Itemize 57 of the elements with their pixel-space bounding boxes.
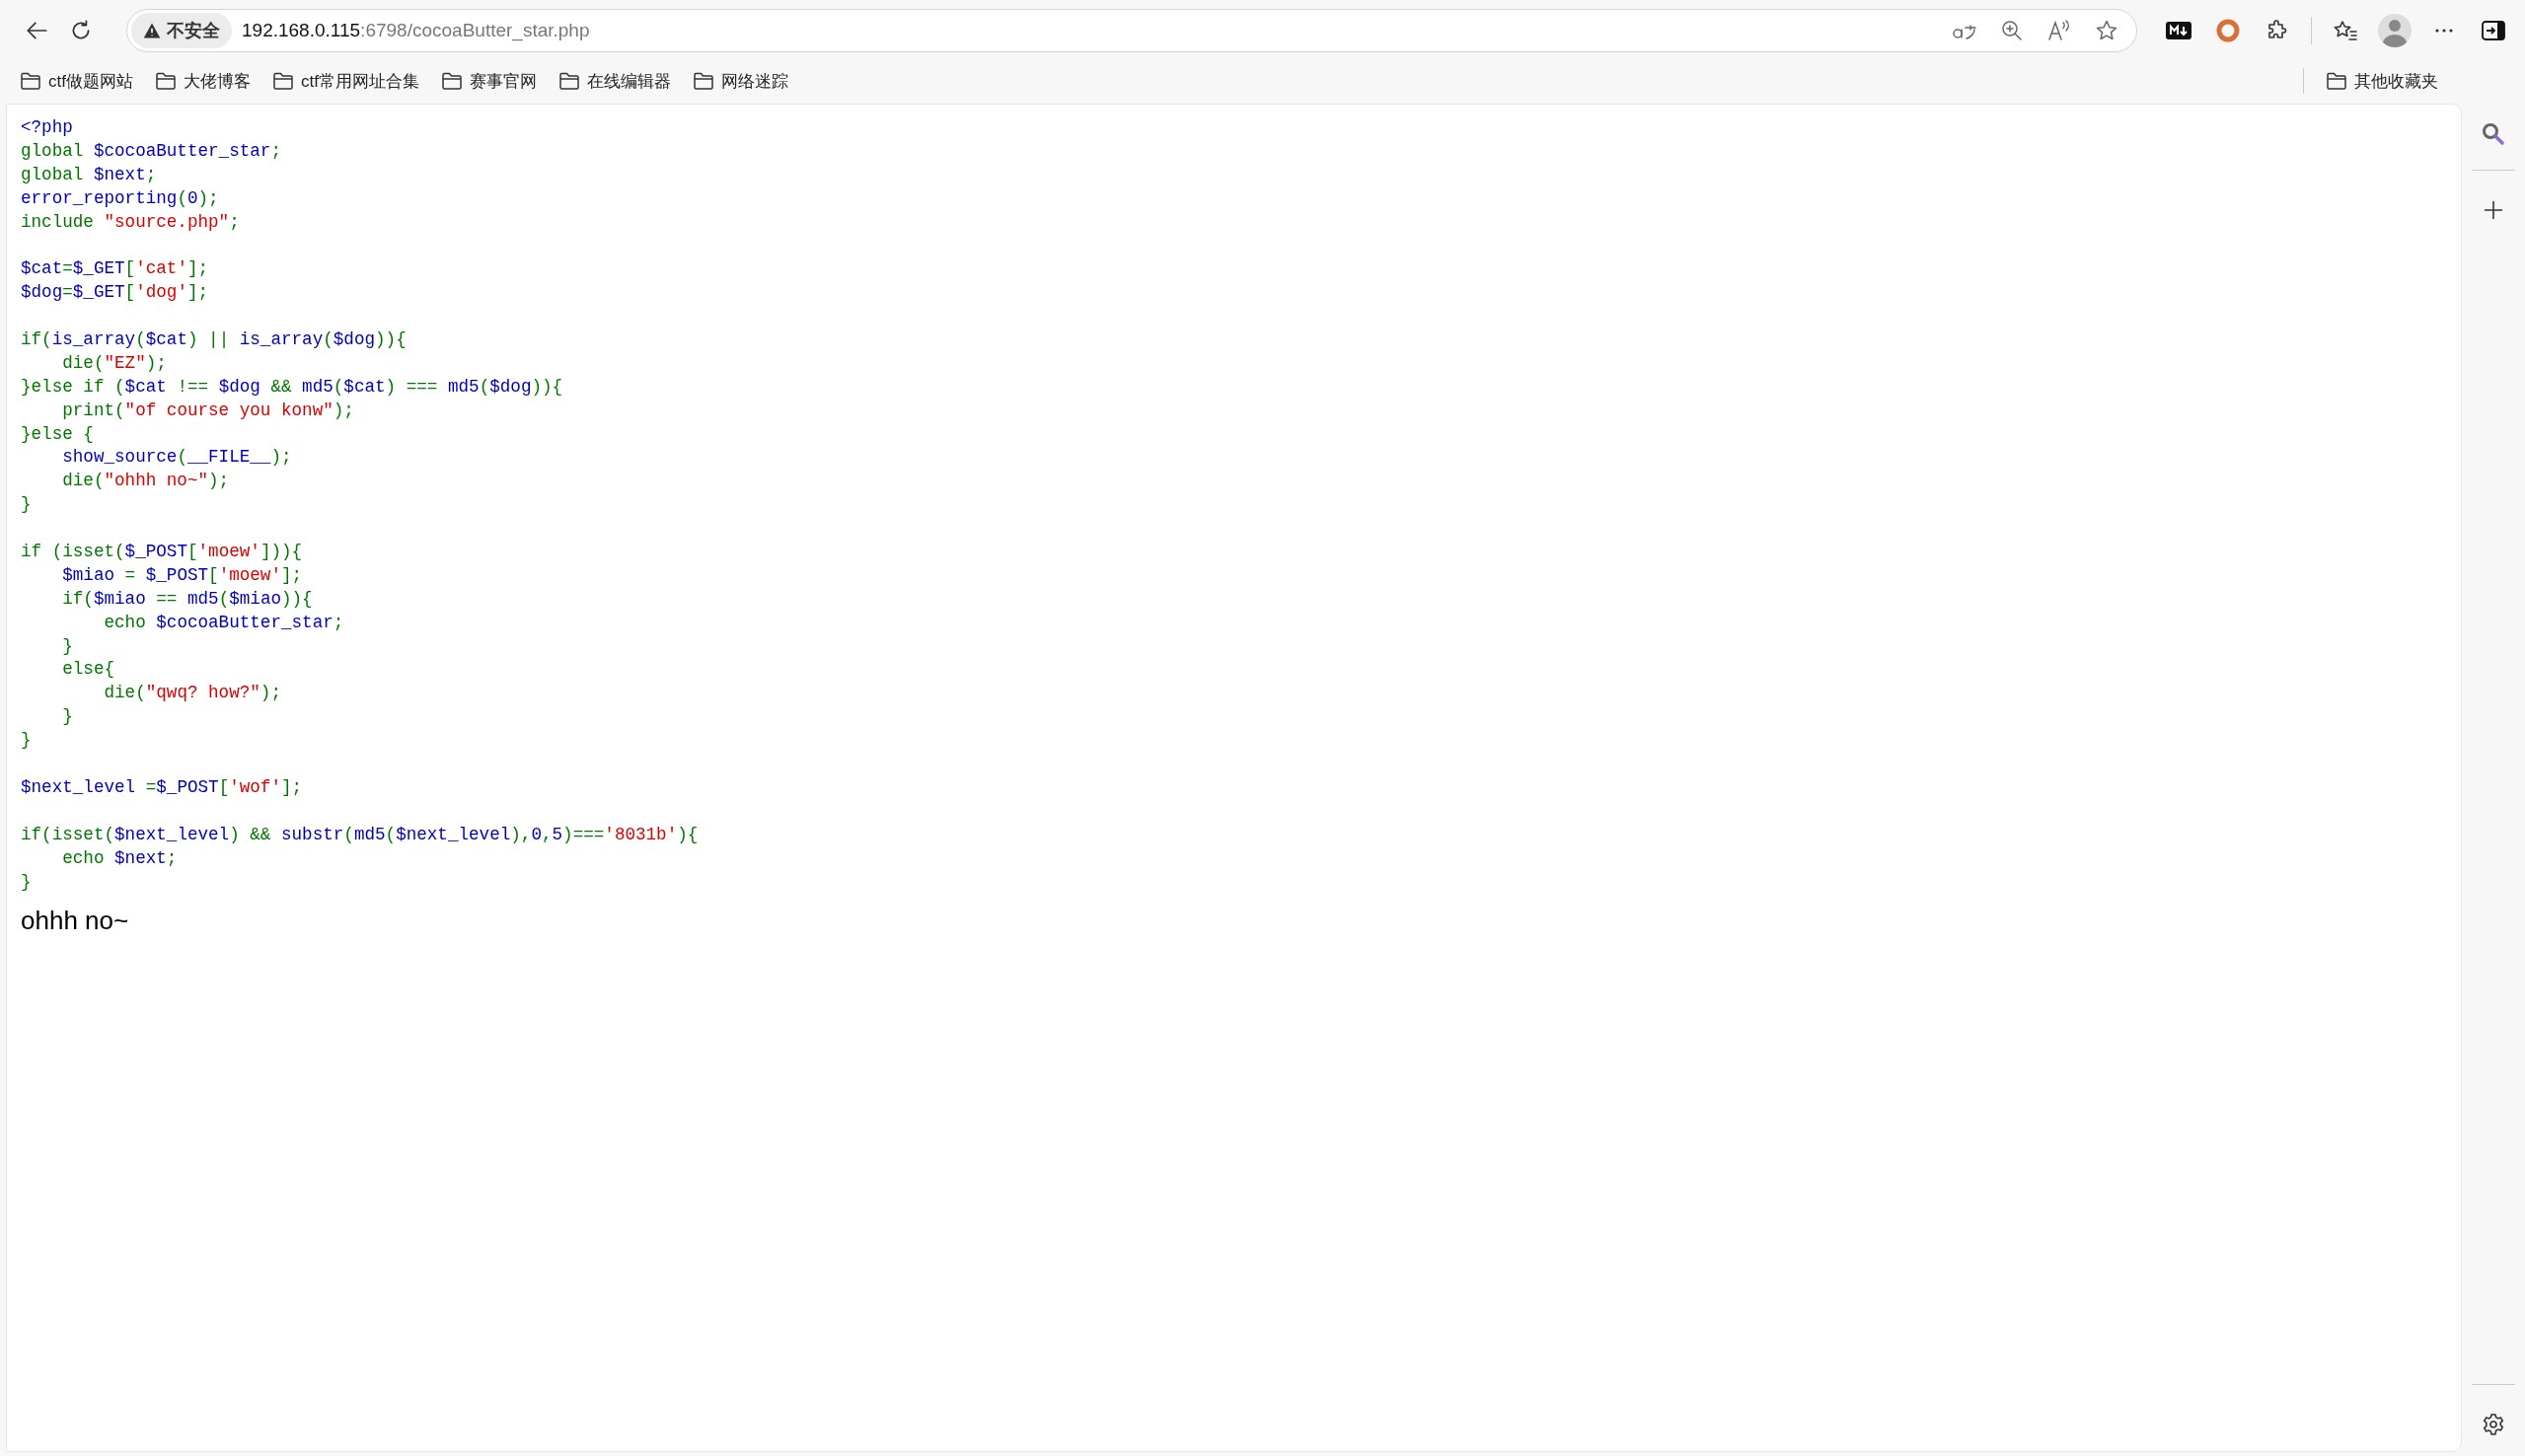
code-line: die("qwq? how?");	[103, 682, 281, 705]
code-line: if (isset($_POST['moew'])){	[21, 541, 303, 564]
add-icon[interactable]	[2483, 199, 2504, 221]
code-line: }else if ($cat !== $dog && md5($cat) === md5($dog)){	[21, 375, 563, 399]
code-line: }	[21, 870, 32, 894]
code-line: $cat=$_GET['cat'];	[21, 257, 209, 281]
code-line: else{	[61, 658, 115, 682]
folder-icon	[271, 71, 294, 91]
zoom-in-icon[interactable]	[2000, 19, 2024, 42]
favorites-icon[interactable]	[2333, 19, 2358, 42]
folder-icon	[440, 71, 463, 91]
folder-icon	[692, 71, 714, 91]
bookmark-folder[interactable]: ctf常用网址合集	[267, 65, 423, 97]
code-line: die("EZ");	[61, 351, 167, 375]
code-line: $next_level =$_POST['wof'];	[21, 775, 303, 799]
code-line: }else {	[21, 422, 94, 446]
code-line: }	[21, 493, 32, 517]
code-line: <?php	[21, 116, 73, 139]
bookmark-folder[interactable]: 其他收藏夹	[2322, 65, 2442, 97]
security-indicator[interactable]: 不安全	[131, 13, 232, 48]
code-line: echo $cocoaButter_star;	[103, 611, 344, 634]
bookmark-folder[interactable]: 在线编辑器	[554, 65, 675, 97]
folder-icon	[154, 71, 177, 91]
code-line: echo $next;	[61, 846, 178, 870]
star-icon[interactable]	[2095, 19, 2118, 42]
code-line: }	[61, 705, 73, 729]
code-line: if(isset($next_level) && substr(md5($next_level),0,5)==='8031b'){	[21, 823, 699, 846]
ring-icon[interactable]	[2216, 19, 2240, 42]
bookmark-folder[interactable]: ctf做题网站	[16, 65, 137, 97]
folder-icon	[20, 71, 41, 91]
output-text: ohhh no~	[21, 906, 129, 937]
code-line: include "source.php";	[21, 210, 240, 234]
extension-icon[interactable]	[2166, 22, 2191, 39]
warning-icon	[143, 22, 161, 39]
sidebar-toggle-icon[interactable]	[2482, 20, 2505, 41]
avatar-icon[interactable]	[2378, 14, 2412, 47]
address-field[interactable]: 192.168.0.115:6798/cocoaButter_star.php	[242, 20, 1941, 41]
bookmark-folder[interactable]: 网络迷踪	[688, 65, 792, 97]
search-icon[interactable]	[2481, 121, 2506, 147]
code-line: }	[61, 634, 73, 658]
folder-icon	[2326, 71, 2347, 91]
read-aloud-icon[interactable]	[2046, 19, 2072, 42]
settings-icon[interactable]	[2482, 1413, 2505, 1436]
code-line: global $cocoaButter_star;	[21, 139, 281, 163]
code-line: if(is_array($cat) || is_array($dog)){	[21, 328, 407, 351]
code-line: $dog=$_GET['dog'];	[21, 281, 209, 305]
bookmark-folder[interactable]: 大佬博客	[150, 65, 255, 97]
code-line: show_source(__FILE__);	[61, 446, 292, 470]
code-line: die("ohhh no~");	[61, 470, 230, 493]
folder-icon	[557, 71, 580, 91]
code-line: if($miao == md5($miao)){	[61, 587, 313, 611]
code-line: $miao = $_POST['moew'];	[61, 563, 303, 587]
bookmark-folder[interactable]: 赛事官网	[436, 65, 541, 97]
code-line: error_reporting(0);	[21, 186, 219, 210]
code-line: global $next;	[21, 163, 157, 186]
code-line: print("of course you konw");	[61, 399, 354, 422]
code-line: }	[21, 729, 32, 753]
